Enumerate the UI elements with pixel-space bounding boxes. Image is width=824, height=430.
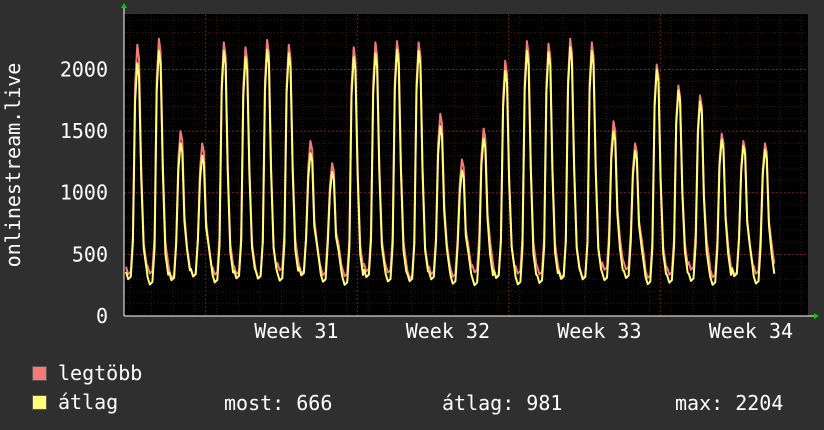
stat-max: max: 2204 xyxy=(675,391,784,415)
y-tick-label: 1500 xyxy=(60,119,108,143)
x-axis-arrow xyxy=(814,313,819,319)
y-axis-arrow xyxy=(121,3,127,8)
legend-label-avg: átlag xyxy=(58,390,119,414)
y-tick-label: 2000 xyxy=(60,57,108,81)
legend-item-avg: átlag xyxy=(32,390,119,414)
y-tick-label: 0 xyxy=(96,304,108,328)
stat-average: átlag: 981 xyxy=(442,391,563,415)
legend-label-max: legtöbb xyxy=(58,361,143,385)
y-tick-label: 500 xyxy=(72,242,108,266)
rrd-graph: 0 500 1000 1500 2000 Week 31 Week 32 Week 33 Wee… xyxy=(0,0,824,430)
stat-now: most: 666 xyxy=(224,391,333,415)
legend-item-max: legtöbb xyxy=(32,361,143,385)
legend-swatch-max xyxy=(32,365,47,381)
legend-swatch-avg xyxy=(32,394,47,410)
x-tick-label: Week 33 xyxy=(557,319,641,343)
x-tick-label: Week 32 xyxy=(406,319,490,343)
x-tick-label: Week 31 xyxy=(254,319,338,343)
line-chart: 0 500 1000 1500 2000 Week 31 Week 32 Week 33 Wee… xyxy=(1,3,819,343)
y-axis-label: onlinestream.live xyxy=(1,63,25,268)
x-tick-label: Week 34 xyxy=(709,319,793,343)
y-tick-label: 1000 xyxy=(60,181,108,205)
